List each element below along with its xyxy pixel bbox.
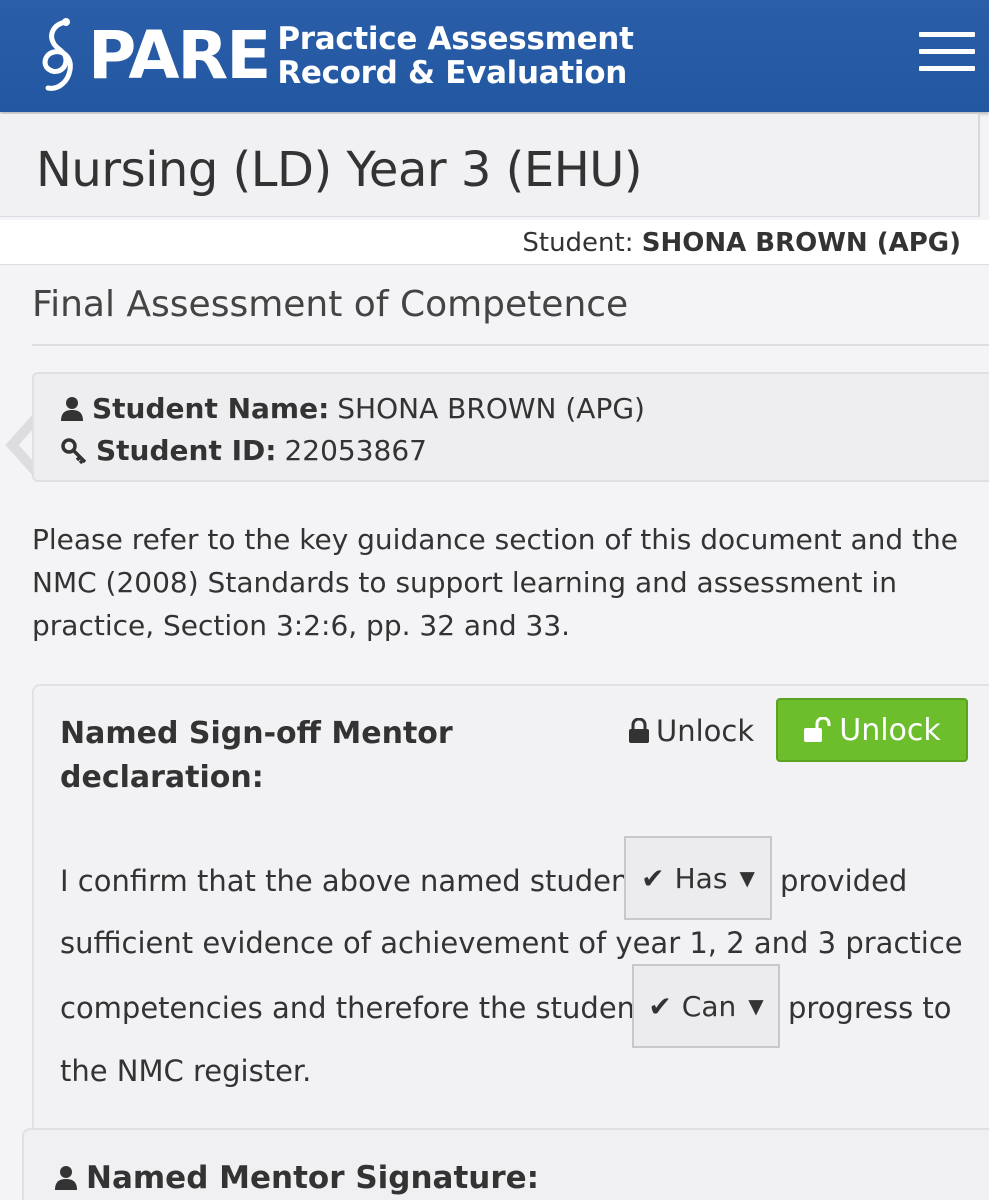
logo-subtitle-line2: Record & Evaluation <box>277 55 628 91</box>
pare-logo[interactable]: PARE Practice Assessment Record & Evalua… <box>36 6 634 106</box>
lock-status-label: Unlock <box>656 714 755 748</box>
user-icon <box>55 1166 77 1190</box>
unlock-button[interactable]: Unlock <box>776 698 968 762</box>
guidance-text: Please refer to the key guidance section… <box>32 523 958 642</box>
declaration-line1-after: provided <box>780 864 908 898</box>
user-icon <box>61 396 83 421</box>
course-panel: Nursing (LD) Year 3 (EHU) <box>0 114 980 217</box>
lock-status: Unlock <box>628 714 754 748</box>
check-icon: ✔ <box>648 989 672 1023</box>
declaration-line3-before: competencies and therefore the student <box>60 991 647 1025</box>
has-select-value: Has <box>674 861 728 895</box>
signature-title: Named Mentor Signature: <box>86 1160 540 1196</box>
student-id-value: 22053867 <box>284 434 427 467</box>
declaration-line1-before: I confirm that the above named student <box>60 864 641 898</box>
can-select[interactable]: ✔ Can ▼ <box>632 964 780 1048</box>
caret-down-icon: ▼ <box>739 866 755 890</box>
student-info-box: Student Name: SHONA BROWN (APG) Student … <box>32 372 989 482</box>
mentor-signature-panel: Named Mentor Signature: <box>22 1128 989 1200</box>
student-id-label: Student ID: <box>96 434 277 467</box>
student-name-label: Student Name: <box>92 392 330 425</box>
declaration-line3-after: progress to <box>788 991 952 1025</box>
hamburger-menu-icon[interactable] <box>919 32 975 72</box>
check-icon: ✔ <box>641 861 665 895</box>
pare-logo-mark-icon <box>42 18 73 91</box>
can-select-value: Can <box>681 989 737 1023</box>
page: PARE Practice Assessment Record & Evalua… <box>0 0 989 1200</box>
student-bar-name: SHONA BROWN (APG) <box>641 228 961 258</box>
student-bar: Student: SHONA BROWN (APG) <box>0 220 989 265</box>
unlock-button-label: Unlock <box>839 712 941 748</box>
logo-wordmark: PARE <box>88 17 271 94</box>
section-title: Final Assessment of Competence <box>32 284 629 325</box>
student-bar-text: Student: SHONA BROWN (APG) <box>522 228 961 258</box>
unlock-icon <box>804 717 831 742</box>
student-name-row: Student Name: SHONA BROWN (APG) <box>60 392 645 425</box>
logo-subtitle: Practice Assessment Record & Evaluation <box>277 21 634 91</box>
has-select[interactable]: ✔ Has ▼ <box>624 836 772 920</box>
key-icon <box>61 437 87 464</box>
course-title: Nursing (LD) Year 3 (EHU) <box>36 142 643 198</box>
signature-title-row: Named Mentor Signature: <box>54 1160 539 1196</box>
logo-subtitle-line1: Practice Assessment <box>277 21 634 57</box>
student-id-row: Student ID: 22053867 <box>60 434 427 467</box>
declaration-line2: sufficient evidence of achievement of ye… <box>60 926 963 960</box>
lock-icon <box>629 718 649 743</box>
declaration-title: Named Sign-off Mentor declaration: <box>60 716 453 795</box>
section-divider <box>32 344 989 346</box>
declaration-line4: the NMC register. <box>60 1054 312 1088</box>
mentor-declaration-panel: Named Sign-off Mentor declaration: Unloc… <box>32 684 989 1144</box>
caret-down-icon: ▼ <box>748 994 764 1018</box>
student-name-value: SHONA BROWN (APG) <box>337 392 645 425</box>
app-header: PARE Practice Assessment Record & Evalua… <box>0 0 989 112</box>
student-bar-label: Student: <box>522 228 634 258</box>
